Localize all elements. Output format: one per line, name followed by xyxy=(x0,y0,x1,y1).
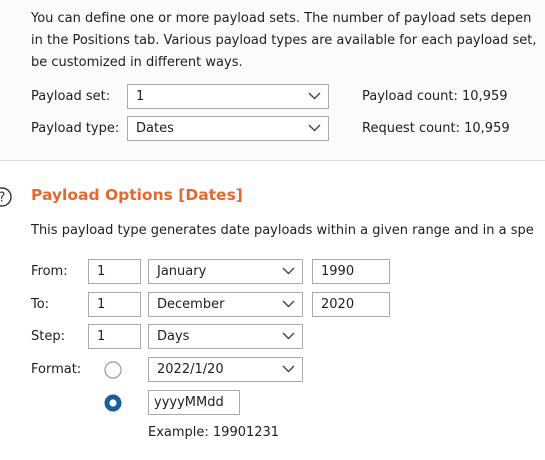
section-divider xyxy=(0,160,545,161)
description-line-2: in the Positions tab. Various payload ty… xyxy=(31,33,537,48)
svg-text:?: ? xyxy=(0,191,5,206)
description-line-3: be customized in different ways. xyxy=(31,55,243,70)
to-year-input[interactable]: 2020 xyxy=(312,292,390,317)
chevron-down-icon xyxy=(282,267,295,275)
to-day-input[interactable]: 1 xyxy=(88,292,141,317)
from-year-input[interactable]: 1990 xyxy=(312,259,390,284)
from-day-input[interactable]: 1 xyxy=(88,259,141,284)
description-line-1: You can define one or more payload sets.… xyxy=(31,11,532,26)
to-month-select[interactable]: December xyxy=(148,292,303,317)
help-icon[interactable]: ? xyxy=(0,187,12,207)
format-example: Example: 19901231 xyxy=(148,425,280,440)
step-unit-select[interactable]: Days xyxy=(148,324,303,349)
format-custom-radio[interactable] xyxy=(104,394,122,412)
payload-type-value: Dates xyxy=(136,121,174,136)
step-label: Step: xyxy=(31,329,65,344)
from-label: From: xyxy=(31,264,68,279)
payload-type-label: Payload type: xyxy=(31,121,120,136)
chevron-down-icon xyxy=(308,92,321,100)
format-preset-value: 2022/1/20 xyxy=(157,362,224,377)
payload-set-value: 1 xyxy=(136,89,145,104)
payload-options-description: This payload type generates date payload… xyxy=(31,223,534,238)
format-label: Format: xyxy=(31,362,82,377)
format-custom-input[interactable]: yyyyMMdd xyxy=(148,390,240,415)
step-value-input[interactable]: 1 xyxy=(88,324,141,349)
chevron-down-icon xyxy=(308,124,321,132)
payload-options-title: Payload Options [Dates] xyxy=(31,186,243,204)
chevron-down-icon xyxy=(282,300,295,308)
from-month-select[interactable]: January xyxy=(148,259,303,284)
format-preset-radio[interactable] xyxy=(104,361,122,379)
payload-set-label: Payload set: xyxy=(31,89,111,104)
payload-count: Payload count: 10,959 xyxy=(362,89,508,104)
to-label: To: xyxy=(31,297,50,312)
request-count: Request count: 10,959 xyxy=(362,121,510,136)
payload-type-select[interactable]: Dates xyxy=(127,116,329,141)
payload-sets-description: You can define one or more payload sets.… xyxy=(31,8,545,74)
payload-set-select[interactable]: 1 xyxy=(127,84,329,109)
to-month-value: December xyxy=(157,297,225,312)
chevron-down-icon xyxy=(282,332,295,340)
step-unit-value: Days xyxy=(157,329,190,344)
chevron-down-icon xyxy=(282,365,295,373)
format-preset-select[interactable]: 2022/1/20 xyxy=(148,357,303,382)
from-month-value: January xyxy=(157,264,207,279)
